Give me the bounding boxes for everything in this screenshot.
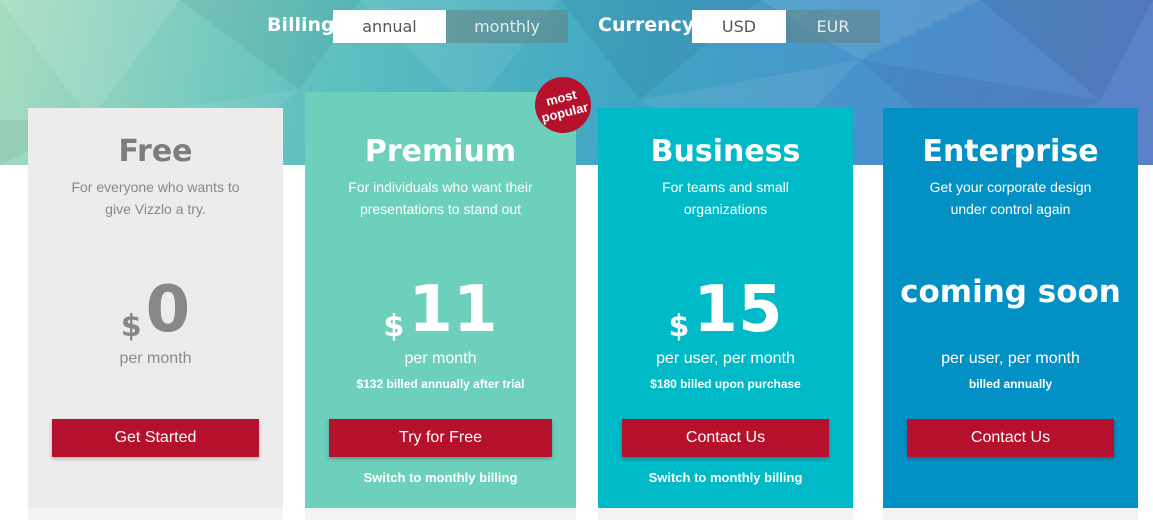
- plan-price: $15: [598, 278, 853, 348]
- plan-card-premium: Premium For individuals who want their p…: [305, 92, 576, 520]
- currency-symbol: $: [668, 309, 690, 344]
- plan-billing-note: $132 billed annually after trial: [356, 377, 525, 391]
- card-footer-strip: [598, 508, 853, 520]
- billing-monthly-button[interactable]: monthly: [446, 10, 568, 43]
- try-for-free-button[interactable]: Try for Free: [329, 419, 552, 457]
- switch-monthly-link[interactable]: Switch to monthly billing: [598, 470, 853, 485]
- currency-symbol: $: [120, 309, 142, 344]
- price-amount: 0: [145, 273, 191, 347]
- plan-period: per user, per month: [941, 350, 1080, 367]
- plan-card-free: Free For everyone who wants to give Vizz…: [28, 108, 283, 520]
- contact-us-button[interactable]: Contact Us: [907, 419, 1114, 457]
- plan-card-business: Business For teams and small organizatio…: [598, 108, 853, 520]
- plan-description: Get your corporate design under control …: [929, 179, 1092, 217]
- plan-period: per month: [404, 350, 477, 367]
- card-footer-strip: [28, 508, 283, 520]
- plan-price: $11: [305, 278, 576, 348]
- switch-monthly-link[interactable]: Switch to monthly billing: [305, 470, 576, 485]
- coming-soon-text: coming soon: [900, 274, 1121, 310]
- plan-price: $0: [28, 278, 283, 348]
- plan-billing-note: billed annually: [968, 377, 1053, 391]
- price-amount: 11: [408, 273, 498, 347]
- price-amount: 15: [693, 273, 783, 347]
- plan-description: For everyone who wants to give Vizzlo a …: [71, 179, 240, 217]
- contact-us-button[interactable]: Contact Us: [622, 419, 829, 457]
- plan-period: per user, per month: [656, 350, 795, 367]
- currency-eur-button[interactable]: EUR: [786, 10, 880, 43]
- plan-title: Enterprise: [922, 134, 1099, 169]
- get-started-button[interactable]: Get Started: [52, 419, 259, 457]
- plan-title: Business: [650, 134, 801, 169]
- billing-label: Billing: [267, 14, 335, 36]
- plan-title: Free: [118, 134, 193, 169]
- currency-usd-button[interactable]: USD: [692, 10, 786, 43]
- plan-title: Premium: [364, 134, 517, 169]
- plan-card-enterprise: Enterprise Get your corporate design und…: [883, 108, 1138, 520]
- card-footer-strip: [883, 508, 1138, 520]
- plan-description: For individuals who want their presentat…: [348, 179, 533, 217]
- plan-billing-note: $180 billed upon purchase: [650, 377, 801, 391]
- currency-symbol: $: [383, 309, 405, 344]
- billing-annual-button[interactable]: annual: [333, 10, 446, 43]
- plan-period: per month: [119, 350, 192, 367]
- card-footer-strip: [305, 508, 576, 520]
- plan-description: For teams and small organizations: [662, 179, 789, 217]
- currency-label: Currency: [598, 14, 695, 36]
